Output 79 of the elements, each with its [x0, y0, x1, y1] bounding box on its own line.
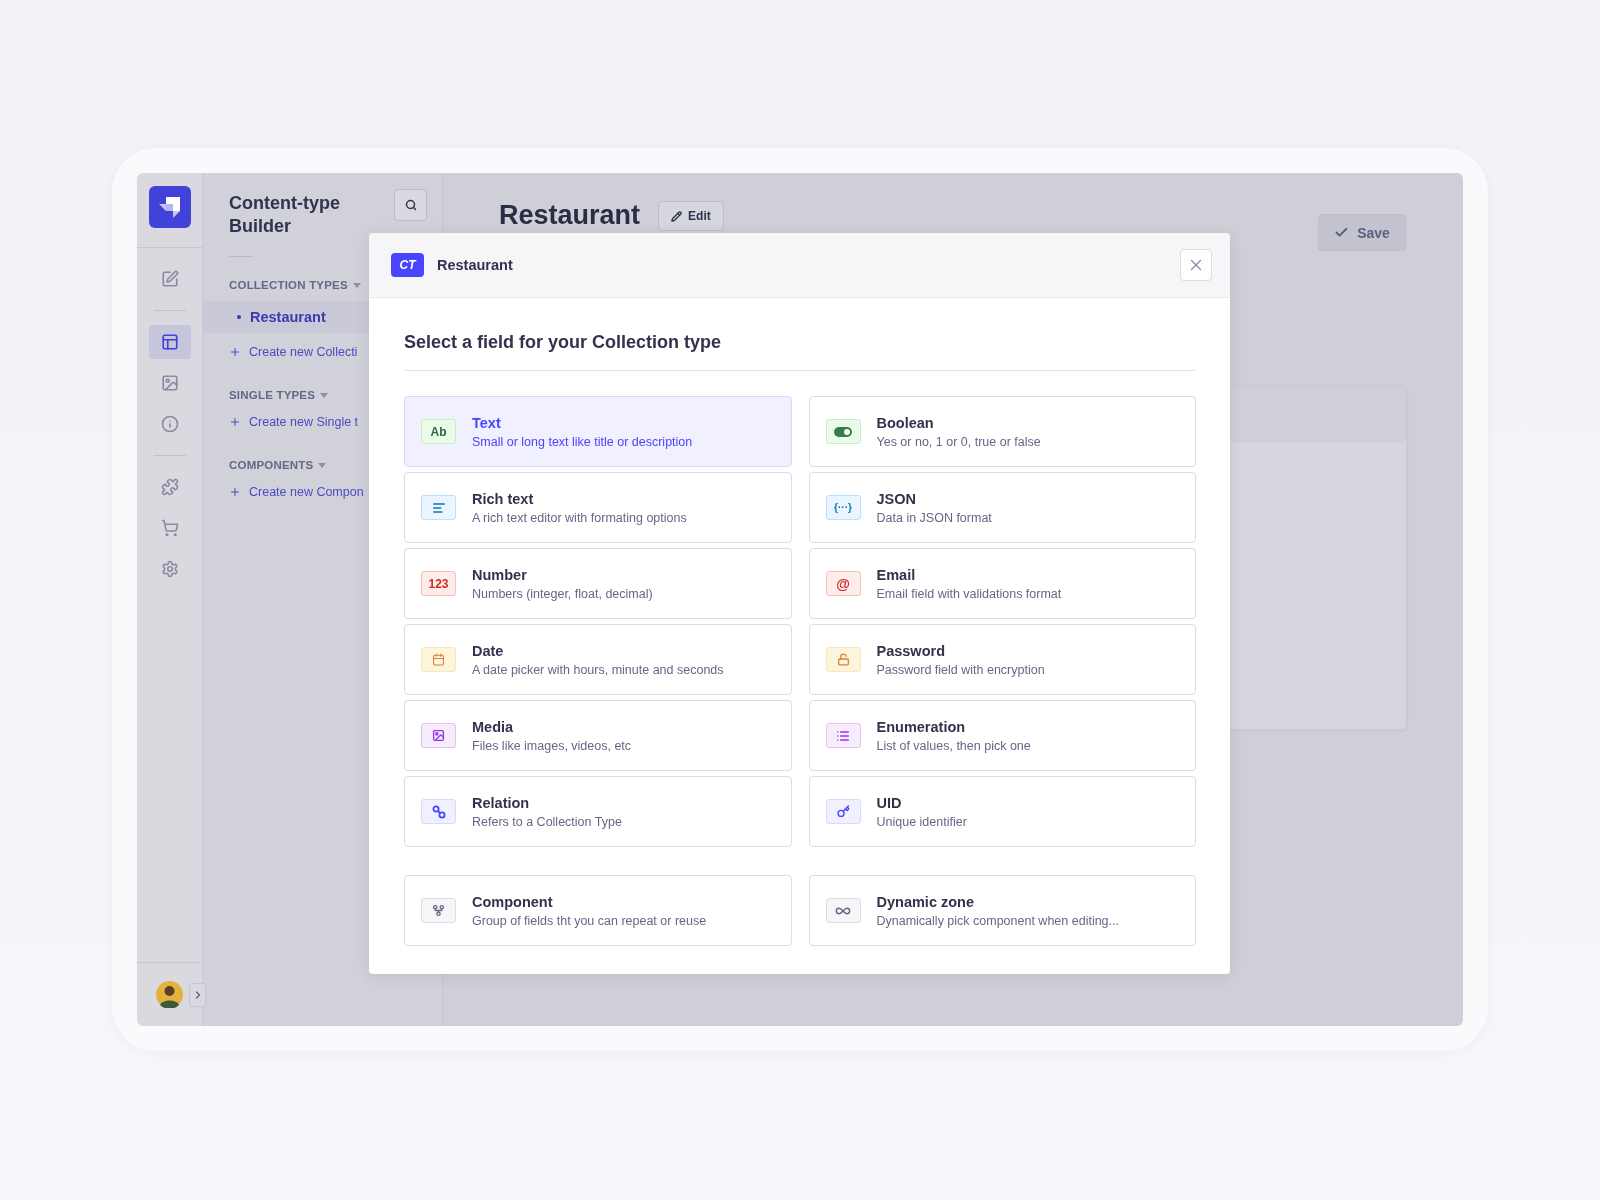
field-type-description: Small or long text like title or description	[472, 434, 693, 449]
fork-icon	[421, 898, 456, 923]
field-type-card[interactable]: @ Email Email field with validations format	[808, 548, 1196, 619]
field-type-name: Email	[876, 566, 917, 583]
field-type-description: List of values, then pick one	[876, 738, 1031, 753]
link-icon	[421, 799, 456, 824]
field-type-card[interactable]: UID Unique identifier	[808, 776, 1196, 847]
check-icon	[1334, 225, 1350, 240]
image-icon	[421, 723, 456, 748]
field-type-description: Data in JSON format	[876, 510, 992, 525]
field-type-name: Number	[472, 566, 528, 583]
infinity-icon	[825, 898, 861, 923]
field-type-description: Yes or no, 1 or 0, true or false	[876, 434, 1041, 449]
field-type-card[interactable]: Ab Text Small or long text like title or description	[404, 396, 792, 467]
toggle-icon	[825, 419, 861, 444]
expand-button[interactable]	[189, 983, 206, 1007]
field-type-card[interactable]: Dynamic zone Dynamically pick component when editing...	[808, 875, 1196, 946]
list-icon	[825, 723, 861, 748]
caret-icon	[320, 392, 329, 398]
field-type-name: Password	[876, 642, 946, 659]
type-badge: @	[825, 571, 861, 596]
field-type-description: A rich text editor with formating options	[472, 510, 687, 525]
field-type-name: Enumeration	[876, 718, 967, 735]
field-type-name: Text	[472, 414, 502, 431]
type-badge: 123	[421, 571, 456, 596]
search-icon	[404, 199, 417, 211]
type-badge: CT	[391, 253, 424, 277]
field-type-name: Component	[472, 893, 554, 910]
field-type-name: Relation	[472, 794, 531, 811]
field-type-card[interactable]: 123 Number Numbers (integer, float, decimal)	[404, 548, 792, 619]
field-type-card[interactable]: Enumeration List of values, then pick one	[808, 700, 1196, 771]
field-type-name: UID	[876, 794, 903, 811]
dialog-title: Restaurant	[437, 257, 514, 273]
field-type-name: Media	[472, 718, 515, 735]
field-type-description: Dynamically pick component when editing...	[876, 913, 1119, 928]
field-type-description: Unique identifier	[876, 814, 967, 829]
layout-icon[interactable]	[148, 325, 191, 359]
padlock-icon	[825, 647, 861, 672]
field-type-description: Email field with validations format	[876, 586, 1062, 601]
text-align-icon	[421, 495, 456, 520]
field-type-description: Password field with encryption	[876, 662, 1045, 677]
field-type-card[interactable]: Password Password field with encryption	[808, 624, 1196, 695]
field-type-name: Rich text	[472, 490, 535, 507]
field-type-name: Boolean	[876, 414, 935, 431]
type-badge: Ab	[421, 419, 456, 444]
field-type-description: Refers to a Collection Type	[472, 814, 622, 829]
field-type-card[interactable]: Media Files like images, videos, etc	[404, 700, 792, 771]
key-icon	[825, 799, 861, 824]
field-type-card[interactable]: Rich text A rich text editor with formating options	[404, 472, 792, 543]
field-type-card[interactable]: Boolean Yes or no, 1 or 0, true or false	[808, 396, 1196, 467]
field-type-description: Numbers (integer, float, decimal)	[472, 586, 653, 601]
page-title: Restaurant	[499, 199, 641, 231]
edit-button[interactable]: Edit	[658, 201, 724, 231]
plus-icon	[229, 416, 241, 428]
field-type-card[interactable]: Date A date picker with hours, minute and seconds	[404, 624, 792, 695]
pencil-icon	[671, 210, 683, 222]
panel-title: Content-type Builder	[229, 192, 341, 238]
field-type-description: A date picker with hours, minute and seconds	[472, 662, 724, 677]
plus-icon	[229, 346, 241, 358]
dialog-heading: Select a field for your Collection type	[404, 331, 723, 353]
field-type-name: Dynamic zone	[876, 893, 975, 910]
field-type-name: Date	[472, 642, 505, 659]
type-badge: {···}	[825, 495, 861, 520]
save-button[interactable]: Save	[1318, 214, 1406, 251]
field-type-description: Files like images, videos, etc	[472, 738, 632, 753]
field-type-card[interactable]: Relation Refers to a Collection Type	[404, 776, 792, 847]
section-header[interactable]: COLLECTION TYPES	[229, 277, 427, 293]
close-button[interactable]	[1180, 249, 1212, 281]
avatar[interactable]	[156, 981, 183, 1008]
field-type-card[interactable]: Component Group of fields tht you can repeat or reuse	[404, 875, 792, 946]
field-type-name: JSON	[876, 490, 917, 507]
logo-icon	[148, 186, 191, 228]
calendar-icon	[421, 647, 456, 672]
caret-icon	[318, 462, 327, 468]
field-type-description: Group of fields tht you can repeat or reuse	[472, 913, 707, 928]
field-type-card[interactable]: {···} JSON Data in JSON format	[808, 472, 1196, 543]
caret-icon	[352, 282, 361, 288]
plus-icon	[229, 486, 241, 498]
search-button[interactable]	[394, 189, 427, 221]
